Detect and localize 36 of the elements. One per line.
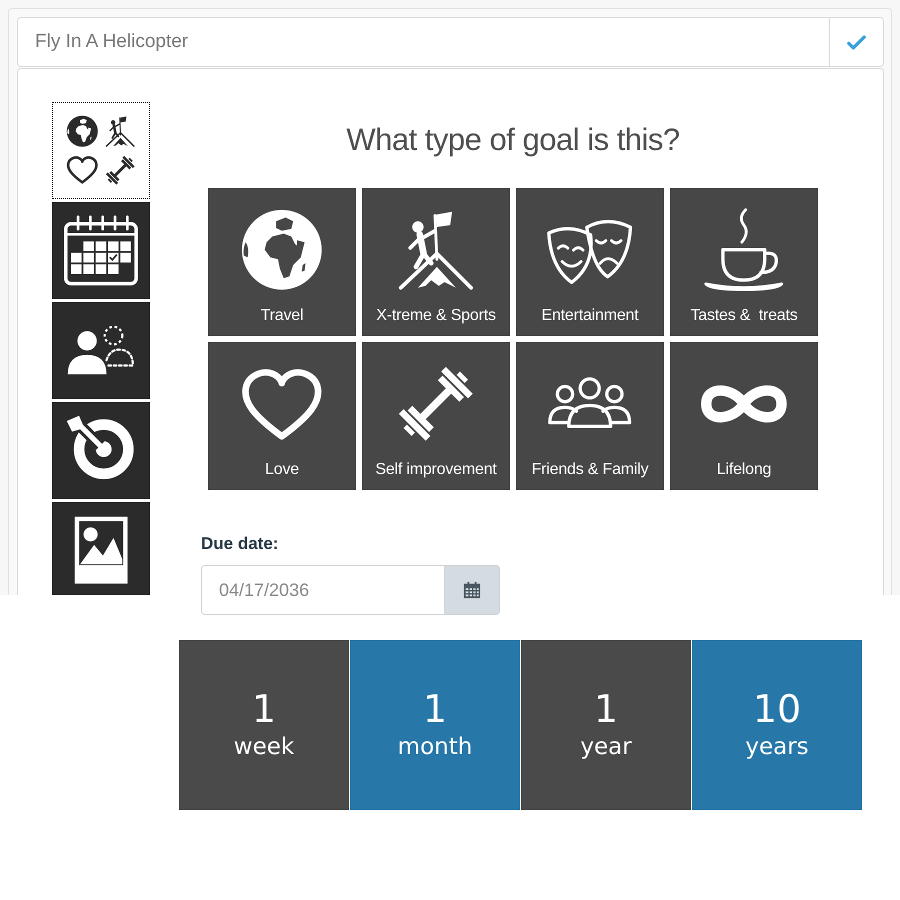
duration-button[interactable]: 1 year bbox=[521, 640, 691, 810]
climber-icon bbox=[104, 114, 136, 148]
calendar-icon bbox=[463, 581, 481, 599]
coffee-cup-icon bbox=[702, 206, 786, 294]
duration-button[interactable]: 10 years bbox=[692, 640, 862, 810]
globe-icon bbox=[66, 114, 98, 148]
dumbbell-icon bbox=[104, 154, 136, 186]
picture-icon bbox=[72, 515, 130, 586]
goal-type-tile[interactable]: X-treme & Sports bbox=[362, 188, 510, 336]
goal-type-tile[interactable]: Self improvement bbox=[362, 342, 510, 490]
person-icon bbox=[66, 324, 136, 376]
heart-icon bbox=[66, 154, 98, 185]
infinity-icon bbox=[700, 383, 788, 425]
step-tab[interactable] bbox=[52, 502, 150, 595]
goal-type-tile[interactable]: Lifelong bbox=[670, 342, 818, 490]
question-heading: What type of goal is this? bbox=[345, 121, 681, 159]
goal-type-tile[interactable]: Love bbox=[208, 342, 356, 490]
step-tab[interactable] bbox=[52, 302, 150, 399]
duration-button[interactable]: 1 week bbox=[179, 640, 349, 810]
goal-type-tile[interactable]: Entertainment bbox=[516, 188, 664, 336]
step-tab[interactable] bbox=[52, 202, 150, 299]
due-date-label: Due date: bbox=[201, 533, 280, 555]
step-tab[interactable] bbox=[52, 102, 150, 199]
globe-icon bbox=[240, 208, 324, 292]
heart-icon bbox=[240, 366, 324, 442]
goal-type-tile[interactable]: Tastes & treats bbox=[670, 188, 818, 336]
people-icon bbox=[546, 377, 634, 431]
goal-type-tile[interactable]: Travel bbox=[208, 188, 356, 336]
calendar-button[interactable] bbox=[445, 565, 500, 615]
calendar-icon bbox=[64, 215, 138, 286]
check-icon bbox=[847, 34, 866, 50]
step-tab[interactable] bbox=[52, 402, 150, 499]
goal-type-tile[interactable]: Friends & Family bbox=[516, 342, 664, 490]
duration-button[interactable]: 1 month bbox=[350, 640, 520, 810]
goal-title-field[interactable]: Fly In A Helicopter bbox=[17, 17, 830, 67]
confirm-button[interactable] bbox=[830, 17, 884, 67]
